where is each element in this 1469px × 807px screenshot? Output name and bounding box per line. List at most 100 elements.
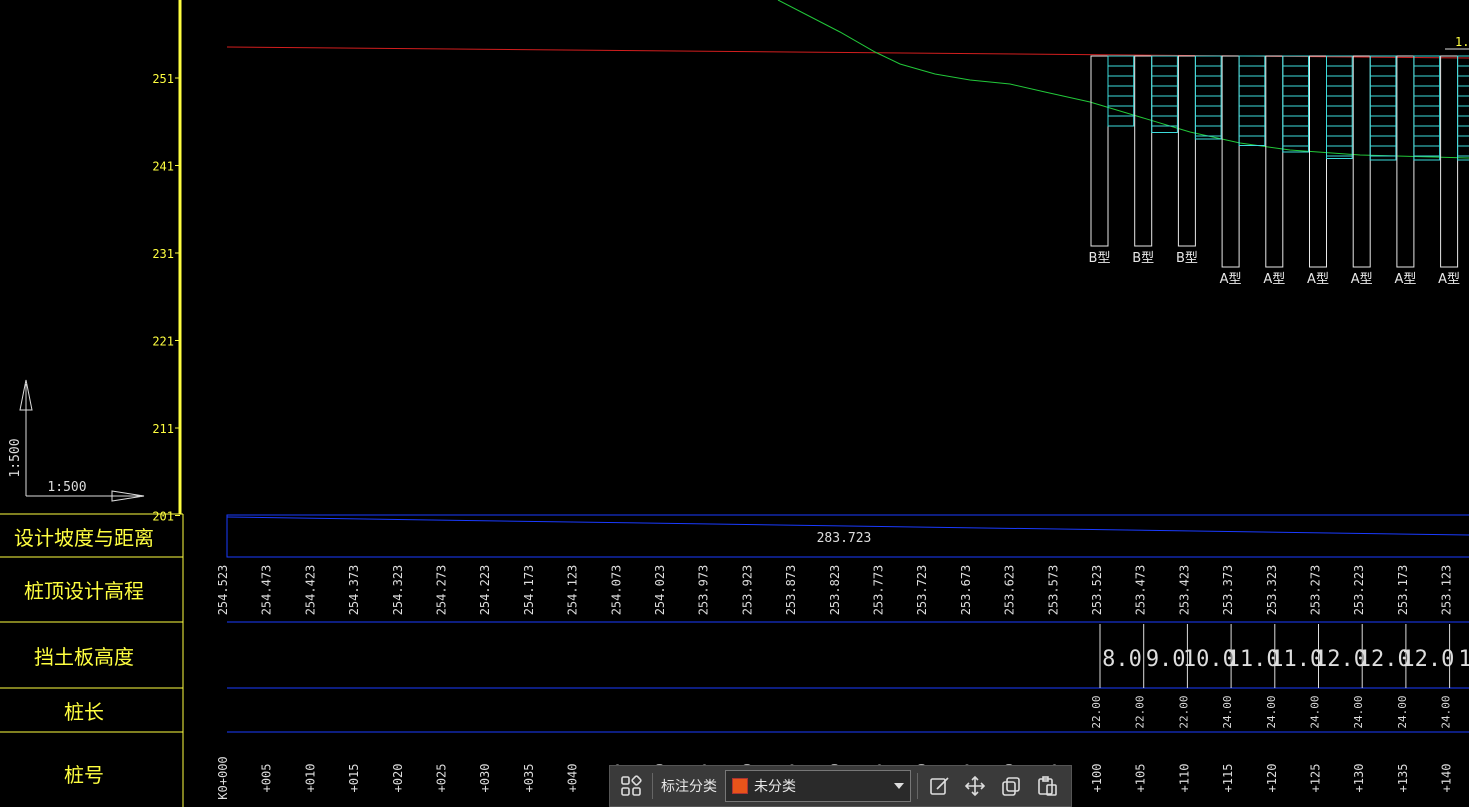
station-value: +115 xyxy=(1221,764,1235,793)
pile-type-label: A型 xyxy=(1351,272,1373,287)
pile-outline xyxy=(1352,55,1371,268)
pile-length-value: 24.00 xyxy=(1309,695,1322,728)
elevation-value: 253.173 xyxy=(1396,565,1410,616)
station-value: +030 xyxy=(478,764,492,793)
pile-length-values: 22.00 22.00 22.00 24.00 24.00 24.00 24.00 24.00… xyxy=(1090,695,1453,728)
pile-type-label: B型 xyxy=(1132,251,1154,266)
wall-panel xyxy=(1326,55,1353,159)
wall-panel xyxy=(1282,55,1310,153)
wall-panel xyxy=(1457,55,1469,161)
station-value: +125 xyxy=(1309,764,1323,793)
wall-height-value: 12 xyxy=(1458,647,1469,672)
move-icon[interactable] xyxy=(960,771,990,801)
axis-tick-label: 221 xyxy=(152,335,174,349)
station-value: +035 xyxy=(522,764,536,793)
pile-outline xyxy=(1134,55,1153,247)
pile-type-label: A型 xyxy=(1394,272,1416,287)
elevation-value: 254.423 xyxy=(303,565,317,616)
elevation-values: 254.523 254.473 254.423 254.373 254.323 254.2… xyxy=(216,565,1454,616)
axis-tick-label: 201 xyxy=(152,510,174,524)
elevation-value: 253.623 xyxy=(1003,565,1017,616)
grid-apps-icon[interactable] xyxy=(616,771,646,801)
category-color-swatch xyxy=(732,778,748,794)
axis-tick-label: 231 xyxy=(152,247,174,261)
elevation-value: 254.523 xyxy=(216,565,230,616)
pile-outline xyxy=(1090,55,1109,247)
toolbar-separator xyxy=(917,773,918,799)
axis-tick-label: 241 xyxy=(152,160,174,174)
pile-type-label: B型 xyxy=(1176,251,1198,266)
elevation-value: 253.123 xyxy=(1440,565,1454,616)
elevation-value: 253.823 xyxy=(828,565,842,616)
row-label-pile-length: 桩长 xyxy=(64,700,104,724)
pile-outline xyxy=(1396,55,1415,268)
toolbar-separator xyxy=(652,773,653,799)
pile-type-label: A型 xyxy=(1307,272,1329,287)
axis-tick-label: 251 xyxy=(152,72,174,86)
pile-outline xyxy=(1221,55,1240,268)
elevation-value: 253.423 xyxy=(1177,565,1191,616)
elevation-value: 253.373 xyxy=(1221,565,1235,616)
station-value: +010 xyxy=(303,764,317,793)
station-value: +120 xyxy=(1265,764,1279,793)
pile-length-value: 22.00 xyxy=(1177,695,1190,728)
station-value: +020 xyxy=(391,764,405,793)
pile-length-value: 24.00 xyxy=(1440,695,1453,728)
edit-icon[interactable] xyxy=(924,771,954,801)
pile-type-label: A型 xyxy=(1220,272,1242,287)
elevation-value: 253.773 xyxy=(872,565,886,616)
copy-icon[interactable] xyxy=(996,771,1026,801)
cad-profile-canvas[interactable]: 251 241 231 221 211 201 1:500 1:500 1.9 B型 B型 B… xyxy=(0,0,1469,807)
pile-length-value: 24.00 xyxy=(1265,695,1278,728)
station-value: +130 xyxy=(1352,764,1366,793)
station-value: +015 xyxy=(347,764,361,793)
station-value: +140 xyxy=(1440,764,1454,793)
elevation-value: 254.273 xyxy=(435,565,449,616)
pile-outline xyxy=(1309,55,1327,268)
pile-outline xyxy=(1177,55,1196,247)
elevation-value: 254.373 xyxy=(347,565,361,616)
slope-distance-value: 283.723 xyxy=(817,531,872,546)
elevation-value: 253.723 xyxy=(915,565,929,616)
wall-panel xyxy=(1369,55,1397,161)
paste-icon[interactable] xyxy=(1032,771,1062,801)
station-value: +025 xyxy=(435,764,449,793)
wall-height-value: 8.0 xyxy=(1102,647,1142,672)
elevation-value: 253.223 xyxy=(1352,565,1366,616)
elevation-value: 253.523 xyxy=(1090,565,1104,616)
pile-length-value: 24.00 xyxy=(1221,695,1234,728)
row-label-station: 桩号 xyxy=(64,763,104,787)
pile-length-value: 22.00 xyxy=(1090,695,1103,728)
elevation-value: 253.573 xyxy=(1046,565,1060,616)
category-select[interactable]: 未分类 xyxy=(725,770,911,802)
chevron-down-icon xyxy=(894,783,904,789)
row-label-slope: 设计坡度与距离 xyxy=(14,526,154,550)
scale-horizontal-label: 1:500 xyxy=(47,480,86,495)
elevation-value: 253.273 xyxy=(1309,565,1323,616)
piles-group: B型 B型 B型 A型 A型 A型 A型 A型 A型 xyxy=(1089,55,1469,287)
elevation-value: 254.223 xyxy=(478,565,492,616)
elevation-value: 254.323 xyxy=(391,565,405,616)
elevation-value: 253.923 xyxy=(740,565,754,616)
category-label: 标注分类 xyxy=(661,779,717,795)
scale-vertical-label: 1:500 xyxy=(8,438,23,477)
axis-tick-label: 211 xyxy=(152,422,174,436)
row-label-wall-height: 挡土板高度 xyxy=(34,645,134,669)
station-value: +005 xyxy=(260,764,274,793)
pile-length-value: 22.00 xyxy=(1134,695,1147,728)
elevation-value: 254.073 xyxy=(609,565,623,616)
top-right-label: 1.9 xyxy=(1455,35,1469,49)
pile-length-value: 24.00 xyxy=(1396,695,1409,728)
station-value: +105 xyxy=(1134,764,1148,793)
wall-panel xyxy=(1413,55,1441,161)
pile-type-label: B型 xyxy=(1089,251,1111,266)
station-value: +110 xyxy=(1177,764,1191,793)
station-value: +040 xyxy=(566,764,580,793)
wall-panel xyxy=(1151,55,1178,133)
elevation-value: 254.173 xyxy=(522,565,536,616)
elevation-value: 253.673 xyxy=(959,565,973,616)
wall-panel xyxy=(1238,55,1266,146)
elevation-value: 253.323 xyxy=(1265,565,1279,616)
annotation-toolbar: 标注分类 未分类 xyxy=(609,765,1072,807)
pile-type-label: A型 xyxy=(1263,272,1285,287)
